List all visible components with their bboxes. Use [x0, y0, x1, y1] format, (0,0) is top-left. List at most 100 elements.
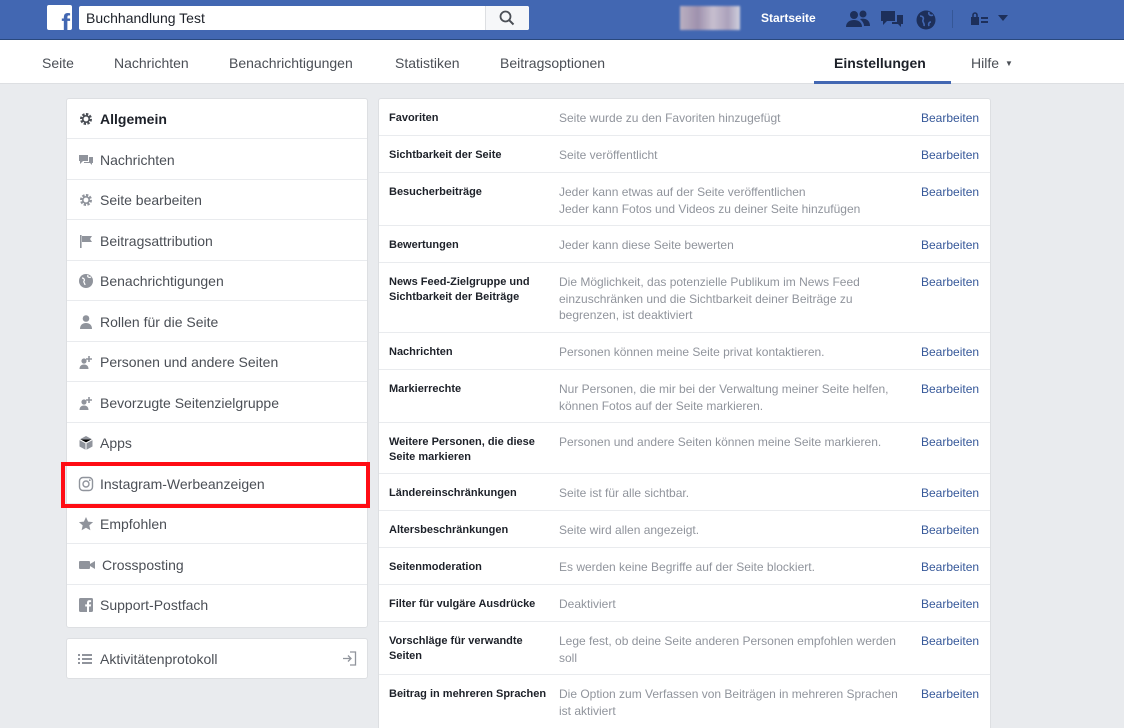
- sidebar-item-rollen[interactable]: Rollen für die Seite: [67, 302, 367, 342]
- sidebar-item-empfohlen[interactable]: Empfohlen: [67, 504, 367, 544]
- setting-name: Weitere Personen, die diese Seite markie…: [389, 436, 535, 463]
- home-link[interactable]: Startseite: [761, 11, 816, 25]
- sidebar-item-seite-bearbeiten[interactable]: Seite bearbeiten: [67, 180, 367, 220]
- sidebar-item-label: Apps: [100, 435, 132, 451]
- settings-table: Favoriten Seite wurde zu den Favoriten h…: [378, 98, 991, 728]
- chevron-down-icon[interactable]: [997, 14, 1009, 22]
- setting-description: Jeder kann etwas auf der Seite veröffent…: [559, 184, 904, 217]
- sidebar-item-benachrichtigungen[interactable]: Benachrichtigungen: [67, 261, 367, 301]
- star-icon: [78, 517, 94, 531]
- tab-beitragsoptionen[interactable]: Beitragsoptionen: [500, 55, 605, 71]
- description-line: Jeder kann diese Seite bewerten: [559, 238, 734, 252]
- edit-link[interactable]: Bearbeiten: [921, 381, 979, 397]
- list-icon: [78, 654, 92, 664]
- tab-nachrichten[interactable]: Nachrichten: [114, 55, 189, 71]
- setting-name: Nachrichten: [389, 346, 453, 358]
- description-line: Jeder kann etwas auf der Seite veröffent…: [559, 185, 806, 199]
- activity-log-label: Aktivitätenprotokoll: [100, 651, 218, 667]
- edit-link[interactable]: Bearbeiten: [921, 344, 979, 360]
- person-add-icon: [79, 396, 92, 410]
- table-row: News Feed-Zielgruppe und Sichtbarkeit de…: [379, 263, 990, 333]
- gear-icon: [80, 113, 92, 125]
- description-line: Personen können meine Seite privat konta…: [559, 345, 825, 359]
- sign-in-icon[interactable]: [342, 651, 357, 666]
- description-line: Die Möglichkeit, das potenzielle Publiku…: [559, 275, 860, 322]
- setting-name: Filter für vulgäre Ausdrücke: [389, 598, 536, 610]
- sidebar-item-support-postfach[interactable]: Support-Postfach: [67, 585, 367, 625]
- edit-link[interactable]: Bearbeiten: [921, 110, 979, 126]
- edit-link[interactable]: Bearbeiten: [921, 485, 979, 501]
- description-line: Die Option zum Verfassen von Beiträgen i…: [559, 687, 898, 718]
- sidebar-item-label: Nachrichten: [100, 151, 175, 168]
- edit-link[interactable]: Bearbeiten: [921, 184, 979, 200]
- setting-name: Beitrag in mehreren Sprachen: [389, 688, 547, 700]
- edit-link[interactable]: Bearbeiten: [921, 596, 979, 612]
- sidebar-item-crossposting[interactable]: Crossposting: [67, 545, 367, 585]
- setting-description: Seite wurde zu den Favoriten hinzugefügt: [559, 110, 904, 127]
- messages-icon[interactable]: [880, 9, 904, 29]
- search-input[interactable]: [79, 6, 484, 30]
- setting-name: Besucherbeiträge: [389, 186, 482, 198]
- search-button[interactable]: [485, 6, 529, 30]
- sidebar-item-beitragsattribution[interactable]: Beitragsattribution: [67, 221, 367, 261]
- table-row: Beitrag in mehreren Sprachen Die Option …: [379, 675, 990, 728]
- activity-log-box[interactable]: Aktivitätenprotokoll: [66, 638, 368, 679]
- avatar[interactable]: [680, 6, 740, 30]
- setting-name: Bewertungen: [389, 239, 459, 251]
- sidebar-item-label: Empfohlen: [100, 516, 167, 532]
- globe-icon: [79, 274, 93, 288]
- friends-icon[interactable]: [845, 9, 871, 29]
- table-row: Markierrechte Nur Personen, die mir bei …: [379, 370, 990, 423]
- tab-statistiken[interactable]: Statistiken: [395, 55, 460, 71]
- setting-name: Seitenmoderation: [389, 561, 482, 573]
- setting-description: Personen und andere Seiten können meine …: [559, 434, 904, 451]
- setting-name: Favoriten: [389, 112, 439, 124]
- edit-link[interactable]: Bearbeiten: [921, 434, 979, 450]
- edit-link[interactable]: Bearbeiten: [921, 522, 979, 538]
- sidebar-item-personen-und-andere-seiten[interactable]: Personen und andere Seiten: [67, 342, 367, 382]
- globe-icon[interactable]: [915, 9, 937, 31]
- search-box: [79, 6, 529, 30]
- edit-link[interactable]: Bearbeiten: [921, 686, 979, 702]
- sidebar-item-apps[interactable]: Apps: [67, 423, 367, 463]
- edit-link[interactable]: Bearbeiten: [921, 274, 979, 290]
- edit-link[interactable]: Bearbeiten: [921, 559, 979, 575]
- tab-benachrichtigungen[interactable]: Benachrichtigungen: [229, 55, 353, 71]
- description-line: Personen und andere Seiten können meine …: [559, 435, 882, 449]
- table-row: Besucherbeiträge Jeder kann etwas auf de…: [379, 173, 990, 226]
- tab-hilfe-label: Hilfe: [971, 55, 1000, 71]
- tab-einstellungen[interactable]: Einstellungen: [834, 55, 926, 71]
- video-camera-icon: [79, 560, 95, 569]
- setting-name: Altersbeschränkungen: [389, 524, 509, 536]
- table-row: Vorschläge für verwandte Seiten Lege fes…: [379, 622, 990, 675]
- messages-icon: [79, 154, 93, 165]
- table-row: Seitenmoderation Es werden keine Begriff…: [379, 548, 990, 585]
- setting-name: Sichtbarkeit der Seite: [389, 149, 502, 161]
- description-line: Nur Personen, die mir bei der Verwaltung…: [559, 382, 889, 413]
- description-line: Lege fest, ob deine Seite anderen Person…: [559, 634, 896, 665]
- sidebar-item-allgemein[interactable]: Allgemein: [67, 99, 367, 139]
- sidebar-item-label: Seite bearbeiten: [100, 192, 202, 208]
- setting-description: Jeder kann diese Seite bewerten: [559, 237, 904, 254]
- gear-icon: [80, 194, 92, 206]
- tab-hilfe[interactable]: Hilfe ▼: [971, 55, 1013, 71]
- setting-description: Personen können meine Seite privat konta…: [559, 344, 904, 361]
- active-tab-indicator: [814, 81, 951, 84]
- facebook-logo-icon[interactable]: f: [47, 5, 72, 30]
- tab-seite[interactable]: Seite: [42, 55, 74, 71]
- edit-link[interactable]: Bearbeiten: [921, 237, 979, 253]
- sidebar-item-nachrichten[interactable]: Nachrichten: [67, 140, 367, 180]
- sidebar-item-bevorzugte-seitenzielgruppe[interactable]: Bevorzugte Seitenzielgruppe: [67, 383, 367, 423]
- flag-icon: [80, 234, 92, 248]
- edit-link[interactable]: Bearbeiten: [921, 633, 979, 649]
- sidebar-item-label: Benachrichtigungen: [100, 273, 224, 289]
- edit-link[interactable]: Bearbeiten: [921, 147, 979, 163]
- setting-description: Seite wird allen angezeigt.: [559, 522, 904, 539]
- person-add-icon: [79, 356, 92, 369]
- sidebar-item-label: Allgemein: [100, 111, 167, 127]
- description-line: Jeder kann Fotos und Videos zu deiner Se…: [559, 201, 861, 216]
- lock-icon[interactable]: [970, 12, 990, 26]
- table-row: Nachrichten Personen können meine Seite …: [379, 333, 990, 370]
- table-row: Sichtbarkeit der Seite Seite veröffentli…: [379, 136, 990, 173]
- sidebar-item-label: Beitragsattribution: [100, 232, 213, 249]
